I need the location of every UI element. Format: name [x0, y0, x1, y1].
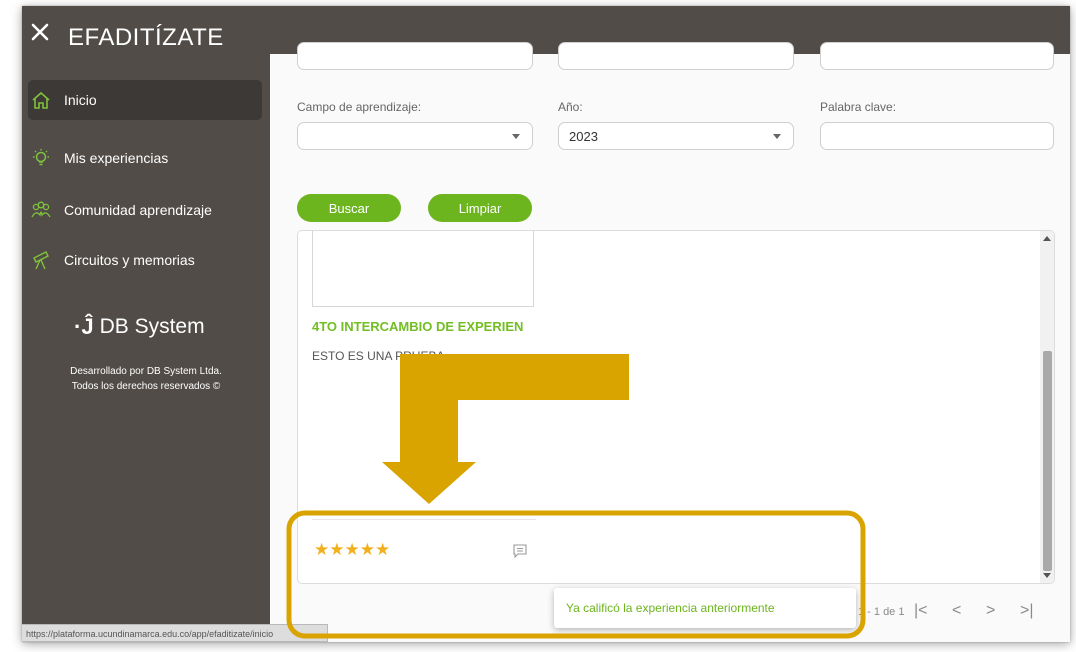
- search-button[interactable]: Buscar: [297, 194, 401, 222]
- clear-button[interactable]: Limpiar: [428, 194, 532, 222]
- filter-select-top-1[interactable]: [297, 42, 533, 70]
- scroll-thumb[interactable]: [1043, 351, 1052, 571]
- sidebar-item-label: Mis experiencias: [64, 150, 169, 166]
- results-scrollbar[interactable]: [1040, 231, 1054, 583]
- comment-icon[interactable]: [512, 543, 528, 559]
- sidebar-item-label: Comunidad aprendizaje: [64, 202, 212, 218]
- toast-notification: Ya calificó la experiencia anteriormente: [554, 588, 856, 628]
- lightbulb-icon: [28, 145, 54, 171]
- star-rating[interactable]: ★★★★★: [314, 540, 390, 560]
- home-icon: [28, 87, 54, 113]
- card-divider: [312, 519, 536, 520]
- app-title: EFADITÍZATE: [68, 24, 224, 51]
- last-page-icon[interactable]: >|: [1020, 602, 1034, 620]
- anio-select[interactable]: 2023: [558, 122, 794, 150]
- scroll-down-icon[interactable]: [1043, 573, 1051, 578]
- credits: Desarrollado por DB System Ltda. Todos l…: [22, 364, 270, 394]
- credits-line: Todos los derechos reservados ©: [71, 381, 221, 392]
- next-page-icon[interactable]: >: [986, 602, 995, 620]
- campo-select[interactable]: [297, 122, 533, 150]
- pagination-range: 1 - 1 de 1: [858, 606, 905, 618]
- filter-select-top-3[interactable]: [820, 42, 1054, 70]
- results-panel: 4TO INTERCAMBIO DE EXPERIEN ESTO ES UNA …: [297, 230, 1055, 584]
- community-icon: [28, 197, 54, 223]
- main-content: Campo de aprendizaje: Año: Palabra clave…: [270, 42, 1070, 642]
- keyword-input[interactable]: [820, 122, 1054, 150]
- experience-title[interactable]: 4TO INTERCAMBIO DE EXPERIEN: [312, 319, 523, 334]
- sidebar-item-comunidad[interactable]: Comunidad aprendizaje: [28, 190, 262, 230]
- sidebar-item-circuitos[interactable]: Circuitos y memorias: [28, 240, 262, 280]
- sidebar-item-label: Inicio: [64, 92, 97, 108]
- brand-name: DB System: [99, 315, 205, 338]
- anio-label: Año:: [558, 100, 583, 114]
- sidebar-item-inicio[interactable]: Inicio: [28, 80, 262, 120]
- anio-value: 2023: [569, 128, 598, 144]
- app-window: EFADITÍZATE Inicio Mis experiencias Comu…: [22, 6, 1070, 642]
- first-page-icon[interactable]: |<: [914, 602, 928, 620]
- sidebar-item-label: Circuitos y memorias: [64, 252, 195, 268]
- chevron-down-icon: [773, 134, 781, 139]
- filter-select-top-2[interactable]: [558, 42, 794, 70]
- brand-logo: ·Ĵ DB System: [74, 314, 205, 340]
- keyword-label: Palabra clave:: [820, 100, 897, 114]
- experience-description: ESTO ES UNA PRUEBA: [312, 349, 445, 363]
- sidebar: Inicio Mis experiencias Comunidad aprend…: [22, 54, 270, 642]
- sidebar-item-mis-experiencias[interactable]: Mis experiencias: [28, 138, 262, 178]
- status-url: https://plataforma.ucundinamarca.edu.co/…: [22, 624, 328, 642]
- prev-page-icon[interactable]: <: [952, 602, 961, 620]
- close-icon[interactable]: [30, 22, 50, 42]
- scroll-up-icon[interactable]: [1043, 236, 1051, 241]
- db-logo-icon: ·Ĵ: [74, 314, 94, 339]
- campo-label: Campo de aprendizaje:: [297, 100, 422, 114]
- credits-line: Desarrollado por DB System Ltda.: [70, 366, 222, 377]
- experience-thumbnail[interactable]: [312, 231, 534, 307]
- telescope-icon: [28, 247, 54, 273]
- chevron-down-icon: [512, 134, 520, 139]
